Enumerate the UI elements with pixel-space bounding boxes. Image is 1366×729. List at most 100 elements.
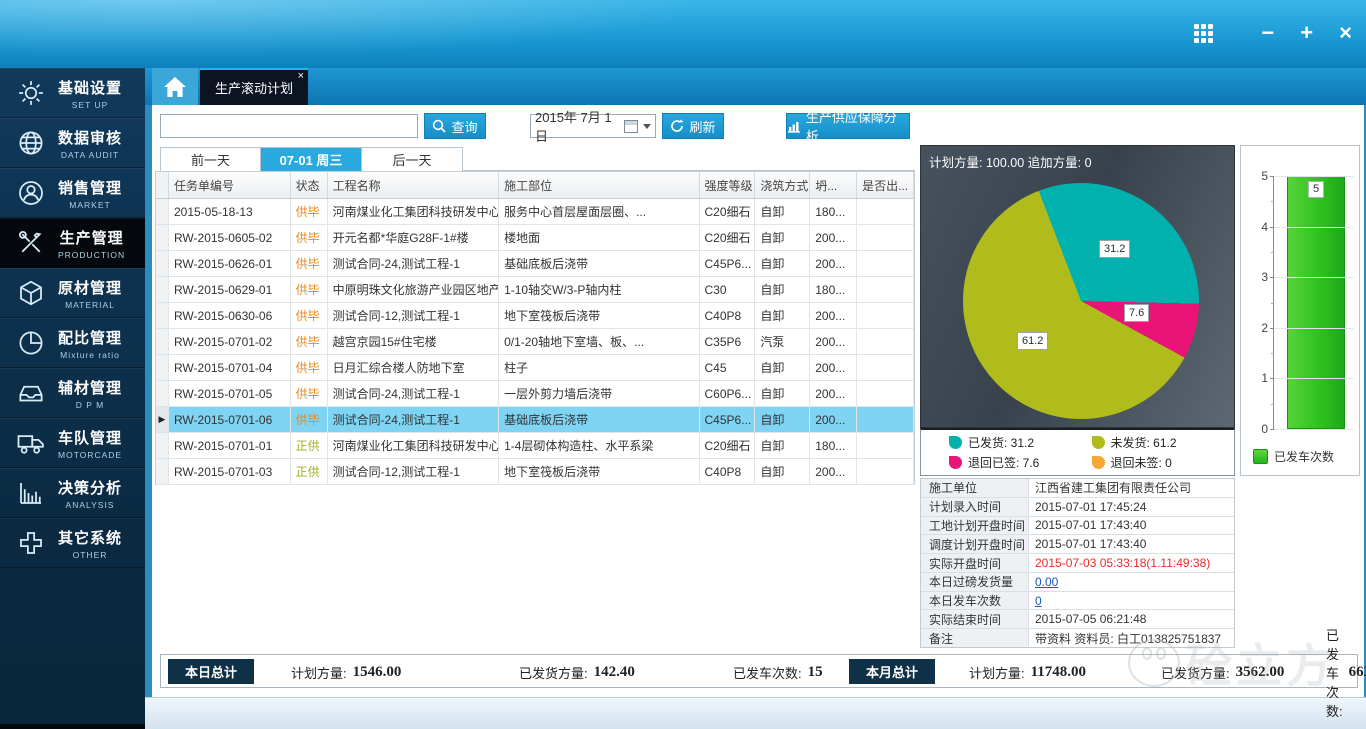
table-row[interactable]: RW-2015-0701-01正供河南煤业化工集团科技研发中心-会议...1-4… [156, 433, 914, 459]
table-row[interactable]: RW-2015-0701-03正供测试合同-12,测试工程-1地下室筏板后浇带C… [156, 459, 914, 485]
minimize-button[interactable]: − [1261, 22, 1274, 44]
home-icon [163, 76, 187, 98]
legend-label: 未发货: 61.2 [1111, 434, 1177, 451]
apps-grid-icon[interactable] [1194, 24, 1214, 44]
table-cell: 基础底板后浇带 [499, 251, 699, 276]
sidebar-item-motorcade[interactable]: 车队管理 MOTORCADE [0, 418, 145, 468]
sidebar-item-subtitle: D P M [76, 400, 104, 410]
table-cell: 中原明珠文化旅游产业园区地产项目... [328, 277, 500, 302]
detail-value[interactable]: 0.00 [1029, 573, 1234, 591]
table-cell: 1-10轴交W/3-P轴内柱 [499, 277, 699, 302]
table-cell: C30 [700, 277, 756, 302]
sidebar-item-material[interactable]: 原材管理 MATERIAL [0, 268, 145, 318]
sidebar-item-subtitle: MATERIAL [65, 300, 115, 310]
axis-tick [1270, 176, 1274, 177]
analysis-button[interactable]: 生产供应保障分析 [786, 113, 910, 139]
table-row[interactable]: RW-2015-0701-02供毕越宫京园15#住宅楼0/1-20轴地下室墙、板… [156, 329, 914, 355]
details-table: 施工单位江西省建工集团有限责任公司计划录入时间2015-07-01 17:45:… [920, 478, 1235, 648]
detail-label: 工地计划开盘时间 [921, 517, 1029, 535]
row-selector-cell [156, 277, 169, 302]
table-row[interactable]: 2015-05-18-13供毕河南煤业化工集团科技研发中心项目-...服务中心首… [156, 199, 914, 225]
pie-icon [16, 328, 46, 358]
month-shipped-volume: 已发货方量:3562.00 [1161, 655, 1284, 689]
axis-tick [1270, 328, 1274, 329]
table-cell [857, 225, 914, 250]
sidebar-item-other[interactable]: 其它系统 OTHER [0, 518, 145, 568]
legend-item-已发货: 已发货: 31.2 [949, 434, 1092, 451]
table-cell: 任务单编号 [169, 172, 291, 198]
plus-icon [16, 528, 46, 558]
detail-row: 本日发车次数0 [921, 592, 1234, 611]
table-cell: 基础底板后浇带 [499, 407, 699, 432]
date-picker[interactable]: 2015年 7月 1日 [530, 114, 656, 138]
table-cell: 浇筑方式 [755, 172, 810, 198]
table-cell: 越宫京园15#住宅楼 [328, 329, 500, 354]
table-cell: 180... [810, 277, 857, 302]
detail-value: 2015-07-05 06:21:48 [1029, 610, 1234, 628]
sidebar-item-data-audit[interactable]: 数据审核 DATA AUDIT [0, 118, 145, 168]
table-row[interactable]: ▶RW-2015-0701-06供毕测试合同-24,测试工程-1基础底板后浇带C… [156, 407, 914, 433]
table-row[interactable]: RW-2015-0630-06供毕测试合同-12,测试工程-1地下室筏板后浇带C… [156, 303, 914, 329]
day-current-tab[interactable]: 07-01 周三 [261, 147, 362, 171]
sidebar-item-subtitle: MARKET [69, 200, 110, 210]
tools-icon [16, 228, 46, 258]
sidebar-item-d-p-m[interactable]: 辅材管理 D P M [0, 368, 145, 418]
table-row[interactable]: RW-2015-0626-01供毕测试合同-24,测试工程-1基础底板后浇带C4… [156, 251, 914, 277]
table-cell: 一层外剪力墙后浇带 [499, 381, 699, 406]
gridline [1274, 277, 1354, 278]
table-row[interactable]: RW-2015-0629-01供毕中原明珠文化旅游产业园区地产项目...1-10… [156, 277, 914, 303]
summary-bar: 本日总计 计划方量:1546.00 已发货方量:142.40 已发车次数:15 … [160, 654, 1358, 688]
table-header-row: 任务单编号状态工程名称施工部位强度等级浇筑方式坍...是否出... [156, 172, 914, 199]
row-selector-cell [156, 251, 169, 276]
tray-icon [16, 378, 46, 408]
day-prev-tab[interactable]: 前一天 [160, 147, 261, 171]
pie-label-shipped: 31.2 [1099, 240, 1130, 258]
detail-value[interactable]: 0 [1029, 592, 1234, 610]
table-cell: 供毕 [291, 251, 328, 276]
table-row[interactable]: RW-2015-0701-05供毕测试合同-24,测试工程-1一层外剪力墙后浇带… [156, 381, 914, 407]
row-selector-cell [156, 329, 169, 354]
detail-label: 实际结束时间 [921, 610, 1029, 628]
axis-tick-label: 3 [1250, 270, 1268, 284]
month-total-badge: 本月总计 [849, 659, 935, 684]
refresh-button[interactable]: 刷新 [662, 113, 724, 139]
detail-row: 实际开盘时间2015-07-03 05:33:18(1.11:49:38) [921, 554, 1234, 573]
sidebar-item-subtitle: MOTORCADE [58, 450, 122, 460]
table-cell: 自卸 [755, 381, 810, 406]
detail-value: 江西省建工集团有限责任公司 [1029, 479, 1234, 497]
detail-label: 计划录入时间 [921, 498, 1029, 516]
table-cell [857, 355, 914, 380]
table-row[interactable]: RW-2015-0701-04供毕日月汇综合楼人防地下室柱子C45自卸200..… [156, 355, 914, 381]
table-cell: 200... [810, 251, 857, 276]
table-cell: RW-2015-0701-05 [169, 381, 291, 406]
window-controls: − + × [1261, 22, 1352, 44]
sidebar-item-market[interactable]: 销售管理 MARKET [0, 168, 145, 218]
task-table: 任务单编号状态工程名称施工部位强度等级浇筑方式坍...是否出...2015-05… [155, 171, 915, 485]
table-cell: 自卸 [755, 303, 810, 328]
analysis-button-label: 生产供应保障分析 [806, 107, 909, 145]
sidebar-item-set-up[interactable]: 基础设置 SET UP [0, 68, 145, 118]
bar-value-label: 5 [1308, 181, 1324, 198]
sidebar-item-mixture-ratio[interactable]: 配比管理 Mixture ratio [0, 318, 145, 368]
tab-close-icon[interactable]: × [298, 70, 304, 82]
table-row[interactable]: RW-2015-0605-02供毕开元名都*华庭G28F-1#楼楼地面C20细石… [156, 225, 914, 251]
detail-row: 施工单位江西省建工集团有限责任公司 [921, 479, 1234, 498]
search-input[interactable] [160, 114, 418, 138]
tab-production-plan[interactable]: 生产滚动计划 × [200, 68, 308, 105]
close-button[interactable]: × [1339, 22, 1352, 44]
sidebar-item-production[interactable]: 生产管理 PRODUCTION [0, 218, 145, 268]
table-cell: 供毕 [291, 381, 328, 406]
sidebar-item-analysis[interactable]: 决策分析 ANALYSIS [0, 468, 145, 518]
axis-tick-label: 2 [1250, 321, 1268, 335]
sidebar-item-title: 辅材管理 [58, 377, 122, 398]
table-cell: 开元名都*华庭G28F-1#楼 [328, 225, 500, 250]
maximize-button[interactable]: + [1300, 22, 1313, 44]
day-next-tab[interactable]: 后一天 [362, 147, 463, 171]
table-cell: 服务中心首层屋面层圈、... [499, 199, 699, 224]
table-cell: C35P6 [700, 329, 756, 354]
search-button[interactable]: 查询 [424, 113, 486, 139]
table-cell: 200... [810, 329, 857, 354]
gear-icon [16, 78, 46, 108]
tab-home[interactable] [152, 68, 198, 105]
axis-tick [1270, 227, 1274, 228]
